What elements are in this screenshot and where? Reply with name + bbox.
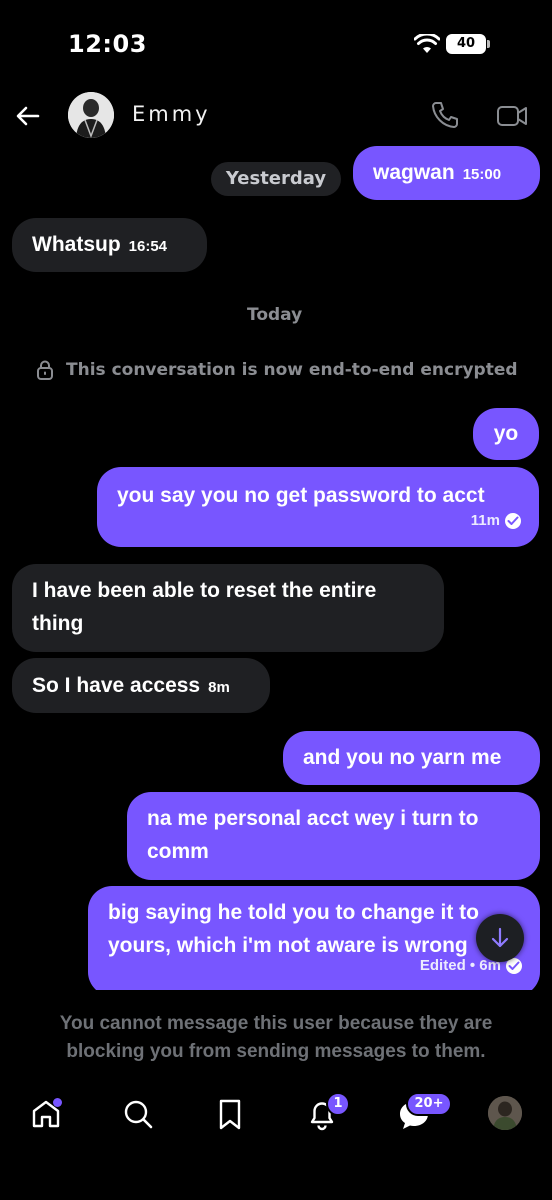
message-bubble-incoming[interactable]: So I have access 8m [12,658,270,713]
nav-messages[interactable]: 20+ [396,1092,452,1132]
nav-search[interactable] [120,1096,156,1132]
scroll-to-bottom-button[interactable] [476,914,524,962]
encryption-notice: This conversation is now end-to-end encr… [36,358,518,382]
nav-bookmarks[interactable] [212,1096,248,1132]
message-text: na me personal acct wey i turn to comm [147,807,479,863]
message-time: 15:00 [462,166,502,183]
video-call-icon[interactable] [496,102,528,130]
message-text: wagwan [373,161,455,184]
bookmark-icon [219,1099,241,1130]
battery-tip [487,40,490,48]
status-bar: 12:03 40 [0,0,552,90]
date-divider-yesterday: Yesterday [211,162,341,196]
message-text: So I have access [32,674,201,697]
message-text: you say you no get password to acct [117,484,485,507]
phone-icon[interactable] [430,100,460,130]
read-check-icon [505,512,521,529]
message-bubble-incoming[interactable]: Whatsup 16:54 [12,218,207,272]
message-bubble-outgoing[interactable]: na me personal acct wey i turn to comm [127,792,540,880]
message-text: I have been able to reset the entire thi… [32,579,377,635]
message-bubble-outgoing[interactable]: and you no yarn me [283,731,540,785]
nav-notifications[interactable]: 1 [304,1092,350,1132]
profile-avatar [488,1096,522,1130]
message-bubble-incoming[interactable]: I have been able to reset the entire thi… [12,564,444,652]
contact-avatar[interactable] [68,92,114,138]
back-arrow-icon[interactable] [14,102,42,130]
date-divider-today: Today [247,305,303,325]
message-time: 8m [208,679,230,696]
conversation-header: Emmy [0,90,552,142]
nav-profile[interactable] [488,1096,522,1130]
home-unread-dot [53,1098,62,1107]
status-time: 12:03 [68,30,147,58]
message-bubble-outgoing[interactable]: wagwan 15:00 [353,146,540,200]
message-time: 11m [470,512,500,529]
messages-badge: 20+ [406,1092,452,1116]
message-text: and you no yarn me [303,746,502,769]
message-meta: 11m [471,504,521,537]
nav-home[interactable] [28,1096,64,1132]
lock-icon [37,360,53,380]
message-text: yo [493,422,519,445]
notifications-badge: 1 [326,1092,350,1116]
blocked-notice: You cannot message this user because the… [59,1013,493,1062]
message-bubble-outgoing[interactable]: yo [473,408,539,460]
message-bubble-outgoing[interactable]: you say you no get password to acct 11m [97,467,539,547]
contact-avatar-image [68,92,114,138]
message-time: 16:54 [128,238,168,255]
message-bubble-outgoing[interactable]: big saying he told you to change it to y… [88,886,540,996]
battery-level: 40 [456,36,476,51]
encryption-notice-text: This conversation is now end-to-end encr… [66,360,518,380]
contact-name[interactable]: Emmy [132,102,211,126]
search-icon [124,1100,153,1129]
arrow-down-icon [491,927,509,948]
message-text: Whatsup [32,233,121,256]
bottom-nav: 1 20+ [0,1080,552,1200]
message-list-fade [0,990,552,1002]
battery-icon: 40 [446,34,486,54]
wifi-icon [414,34,440,53]
